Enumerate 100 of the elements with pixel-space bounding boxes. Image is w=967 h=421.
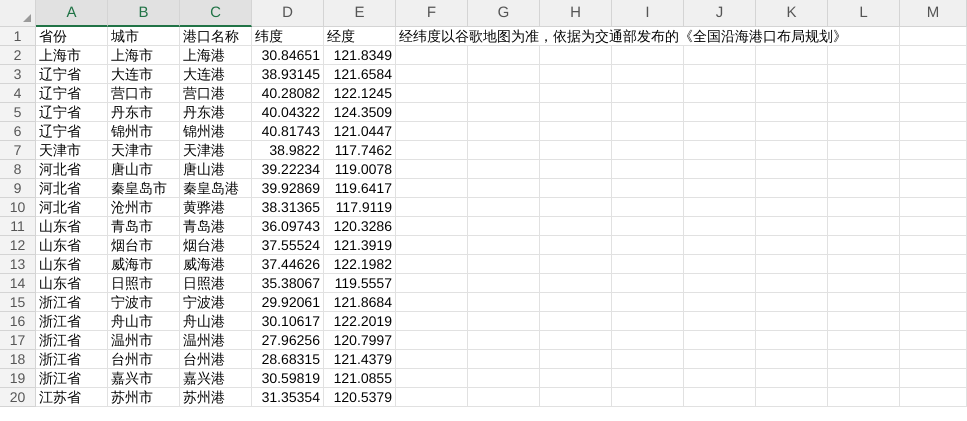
column-header[interactable]: E bbox=[324, 0, 396, 27]
empty-cell bbox=[684, 84, 756, 103]
column-header[interactable]: C bbox=[180, 0, 252, 27]
row-header[interactable]: 8 bbox=[0, 160, 36, 179]
table-cell: 121.3919 bbox=[324, 236, 396, 255]
empty-cell bbox=[900, 198, 967, 217]
empty-cell bbox=[756, 274, 828, 293]
row-header[interactable]: 18 bbox=[0, 350, 36, 369]
empty-cell bbox=[396, 388, 468, 407]
table-cell: 30.59819 bbox=[252, 369, 324, 388]
empty-cell bbox=[828, 141, 900, 160]
row-header[interactable]: 9 bbox=[0, 179, 36, 198]
empty-cell bbox=[540, 350, 612, 369]
empty-cell bbox=[612, 65, 684, 84]
empty-cell bbox=[396, 198, 468, 217]
empty-cell bbox=[612, 255, 684, 274]
column-header[interactable]: D bbox=[252, 0, 324, 27]
empty-cell bbox=[468, 293, 540, 312]
table-cell: 辽宁省 bbox=[36, 84, 108, 103]
table-cell: 温州港 bbox=[180, 331, 252, 350]
select-all-corner[interactable] bbox=[0, 0, 36, 27]
empty-cell bbox=[540, 179, 612, 198]
empty-cell bbox=[828, 179, 900, 198]
empty-cell bbox=[756, 46, 828, 65]
row-header[interactable]: 12 bbox=[0, 236, 36, 255]
empty-cell bbox=[900, 217, 967, 236]
column-header[interactable]: A bbox=[36, 0, 108, 27]
empty-cell bbox=[468, 274, 540, 293]
row-header[interactable]: 10 bbox=[0, 198, 36, 217]
table-cell: 宁波港 bbox=[180, 293, 252, 312]
empty-cell bbox=[468, 46, 540, 65]
row-header[interactable]: 6 bbox=[0, 122, 36, 141]
table-cell: 124.3509 bbox=[324, 103, 396, 122]
empty-cell bbox=[684, 350, 756, 369]
row-header[interactable]: 19 bbox=[0, 369, 36, 388]
column-header[interactable]: F bbox=[396, 0, 468, 27]
empty-cell bbox=[396, 255, 468, 274]
table-cell: 温州市 bbox=[108, 331, 180, 350]
empty-cell bbox=[396, 179, 468, 198]
empty-cell bbox=[684, 198, 756, 217]
empty-cell bbox=[396, 293, 468, 312]
empty-cell bbox=[468, 312, 540, 331]
table-cell: 117.9119 bbox=[324, 198, 396, 217]
table-cell: 36.09743 bbox=[252, 217, 324, 236]
empty-cell bbox=[612, 217, 684, 236]
empty-cell bbox=[756, 122, 828, 141]
empty-cell bbox=[684, 160, 756, 179]
empty-cell bbox=[684, 103, 756, 122]
empty-cell bbox=[900, 331, 967, 350]
table-cell: 122.1245 bbox=[324, 84, 396, 103]
row-header[interactable]: 15 bbox=[0, 293, 36, 312]
row-header[interactable]: 16 bbox=[0, 312, 36, 331]
empty-cell bbox=[540, 160, 612, 179]
row-header[interactable]: 2 bbox=[0, 46, 36, 65]
table-cell: 嘉兴港 bbox=[180, 369, 252, 388]
table-cell: 122.1982 bbox=[324, 255, 396, 274]
column-header[interactable]: L bbox=[828, 0, 900, 27]
empty-cell bbox=[756, 217, 828, 236]
table-cell: 纬度 bbox=[252, 27, 324, 46]
row-header[interactable]: 13 bbox=[0, 255, 36, 274]
empty-cell bbox=[828, 217, 900, 236]
empty-cell bbox=[540, 312, 612, 331]
row-header[interactable]: 4 bbox=[0, 84, 36, 103]
empty-cell bbox=[540, 46, 612, 65]
table-cell: 27.96256 bbox=[252, 331, 324, 350]
row-header[interactable]: 17 bbox=[0, 331, 36, 350]
row-header[interactable]: 1 bbox=[0, 27, 36, 46]
row-header[interactable]: 5 bbox=[0, 103, 36, 122]
table-cell: 121.8349 bbox=[324, 46, 396, 65]
table-cell: 山东省 bbox=[36, 274, 108, 293]
empty-cell bbox=[396, 122, 468, 141]
column-header[interactable]: G bbox=[468, 0, 540, 27]
column-header[interactable]: I bbox=[612, 0, 684, 27]
row-header[interactable]: 3 bbox=[0, 65, 36, 84]
table-cell: 121.4379 bbox=[324, 350, 396, 369]
empty-cell bbox=[684, 312, 756, 331]
column-header[interactable]: H bbox=[540, 0, 612, 27]
table-cell: 大连市 bbox=[108, 65, 180, 84]
row-header[interactable]: 20 bbox=[0, 388, 36, 407]
column-header[interactable]: J bbox=[684, 0, 756, 27]
empty-cell bbox=[396, 331, 468, 350]
table-cell: 122.2019 bbox=[324, 312, 396, 331]
empty-cell bbox=[756, 141, 828, 160]
table-cell: 38.93145 bbox=[252, 65, 324, 84]
empty-cell bbox=[756, 369, 828, 388]
table-cell: 唐山市 bbox=[108, 160, 180, 179]
table-cell: 35.38067 bbox=[252, 274, 324, 293]
table-cell: 30.84651 bbox=[252, 46, 324, 65]
row-header[interactable]: 7 bbox=[0, 141, 36, 160]
column-header[interactable]: M bbox=[900, 0, 967, 27]
column-header[interactable]: B bbox=[108, 0, 180, 27]
row-header[interactable]: 11 bbox=[0, 217, 36, 236]
empty-cell bbox=[900, 350, 967, 369]
empty-cell bbox=[828, 255, 900, 274]
table-cell: 台州港 bbox=[180, 350, 252, 369]
empty-cell bbox=[900, 46, 967, 65]
column-header[interactable]: K bbox=[756, 0, 828, 27]
row-header[interactable]: 14 bbox=[0, 274, 36, 293]
empty-cell bbox=[684, 293, 756, 312]
table-cell: 宁波市 bbox=[108, 293, 180, 312]
